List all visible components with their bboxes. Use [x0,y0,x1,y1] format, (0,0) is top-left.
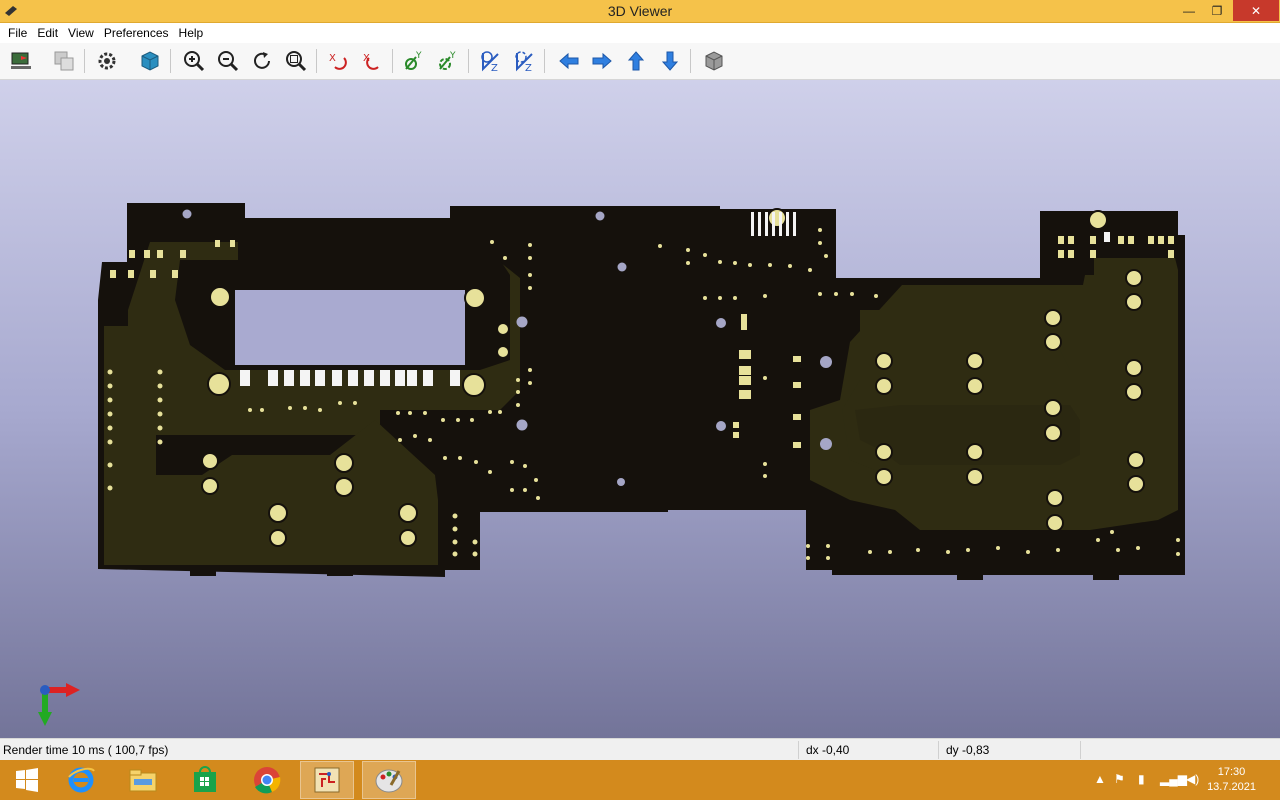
menu-edit[interactable]: Edit [33,26,62,40]
window-title: 3D Viewer [607,3,673,19]
start-icon[interactable] [0,761,54,799]
clock-time: 17:30 [1217,766,1246,778]
menu-bar: File Edit View Preferences Help [0,23,1280,43]
tray-volume-icon[interactable]: ◀) [1186,772,1199,786]
ortho-view-icon[interactable] [700,47,728,75]
axis-orientation-gizmo [38,683,80,726]
taskbar: ▲ ⚑ ▮ ▂▄▆ ◀) 17:30 13.7.2021 [0,760,1280,800]
toolbar: X X Y Y Z Z [0,43,1280,80]
kicad-3d-viewer-icon[interactable] [362,761,416,799]
settings-icon[interactable] [93,47,121,75]
close-button[interactable]: ✕ [1233,0,1279,21]
status-bar: Render time 10 ms ( 100,7 fps) dx -0,40 … [0,738,1280,760]
svg-text:X: X [329,53,336,64]
reload-board-icon[interactable] [7,47,35,75]
taskbar-clock[interactable]: 17:30 13.7.2021 [1207,765,1256,795]
flip-z-clockwise-icon[interactable]: Z [476,47,504,75]
tray-expand-icon[interactable]: ▲ [1094,772,1106,786]
move-left-icon[interactable] [555,47,583,75]
flip-y-clockwise-icon[interactable]: Y [400,47,428,75]
kicad-pcbnew-icon[interactable] [300,761,354,799]
svg-text:Z: Z [491,63,498,73]
clock-date: 13.7.2021 [1207,781,1256,793]
copy-image-icon[interactable] [50,47,78,75]
tray-network-icon[interactable]: ▂▄▆ [1160,772,1187,786]
flip-x-counterclockwise-icon[interactable]: X [358,47,386,75]
zoom-in-icon[interactable] [180,47,208,75]
move-up-icon[interactable] [622,47,650,75]
zoom-fit-icon[interactable] [282,47,310,75]
3d-viewport[interactable] [0,80,1280,738]
flip-y-counterclockwise-icon[interactable]: Y [434,47,462,75]
menu-view[interactable]: View [64,26,98,40]
render-time-status: Render time 10 ms ( 100,7 fps) [3,743,169,757]
raytrace-cube-icon[interactable] [136,47,164,75]
svg-text:Y: Y [415,51,422,61]
flip-x-clockwise-icon[interactable]: X [324,47,352,75]
move-down-icon[interactable] [656,47,684,75]
title-bar: 3D Viewer — ❐ ✕ [0,0,1280,23]
redraw-icon[interactable] [248,47,276,75]
tray-battery-icon[interactable]: ▮ [1138,772,1145,786]
svg-text:Y: Y [449,51,456,61]
pcb-board-render [38,203,1185,726]
dy-status: dy -0,83 [946,743,990,757]
chrome-icon[interactable] [240,761,294,799]
internet-explorer-icon[interactable] [54,761,108,799]
zoom-out-icon[interactable] [214,47,242,75]
maximize-button[interactable]: ❐ [1204,0,1230,21]
file-explorer-icon[interactable] [116,761,170,799]
flip-z-counterclockwise-icon[interactable]: Z [510,47,538,75]
menu-file[interactable]: File [4,26,31,40]
pcb-left-section [98,203,668,577]
tray-flag-icon[interactable]: ⚑ [1114,772,1125,786]
menu-help[interactable]: Help [175,26,208,40]
pcb-right-section [658,206,1185,580]
dx-status: dx -0,40 [806,743,850,757]
menu-preferences[interactable]: Preferences [100,26,173,40]
svg-text:Z: Z [525,63,532,73]
store-icon[interactable] [178,761,232,799]
move-right-icon[interactable] [588,47,616,75]
minimize-button[interactable]: — [1176,0,1202,21]
